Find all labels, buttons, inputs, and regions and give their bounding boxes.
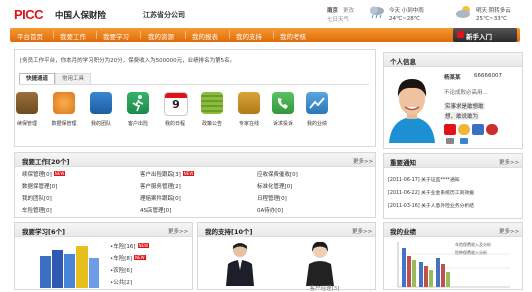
study-more-link[interactable]: 更多>> [168,227,188,235]
weather-today-temp: 24℃~28℃ [389,16,420,22]
quick-label: 我的团队 [90,121,111,127]
nav-reports[interactable]: 我的报表 [192,31,218,41]
user-motto: 想，敢说敢为 [444,112,480,120]
chart-legend: 险种保费收入分析 [455,250,487,255]
work-item[interactable]: 车险管理[0] [22,206,52,214]
help-icon [457,31,464,38]
work-item[interactable]: 我的团队[0] [22,194,52,202]
main-nav [10,28,520,42]
user-status: 不论成败必高用... [444,90,488,96]
team-icon[interactable] [90,92,112,114]
data-insurance-icon[interactable] [53,92,75,114]
notice-item[interactable]: [2011-06-17] 关于证监****通知 [388,176,460,183]
study-item[interactable]: •车险[8] NEW [110,254,146,262]
weather-city: 南京 [327,8,339,14]
performance-title: 我的业绩 [390,228,416,236]
work-item[interactable]: 数据保管理[0] [22,182,57,190]
support-more-link[interactable]: 更多>> [352,227,372,235]
nav-divider [229,31,230,39]
nav-divider [140,31,141,39]
quick-label: 政策公告 [201,121,222,127]
study-title: 我要学习[6个] [22,228,65,236]
mail-icon[interactable] [446,138,454,144]
nav-home[interactable]: 平台首页 [17,31,43,41]
quick-label: 专家在线 [238,121,259,127]
calendar-icon[interactable]: 9 [164,92,188,116]
personal-info-title: 个人信息 [390,58,416,66]
nav-resources[interactable]: 我的资源 [148,31,174,41]
calendar-day: 9 [172,98,180,111]
chart-legend: 车险保费收入及分析 [455,242,491,247]
claims-icon[interactable] [127,92,149,114]
quick-label: 我的业绩 [306,121,327,127]
branch-name: 江苏省分公司 [143,11,185,19]
support-title: 我的支持[10个] [205,228,253,236]
nav-study[interactable]: 我要学习 [103,31,129,41]
quick-label: 我的日程 [164,121,185,127]
nav-divider [53,31,54,39]
expert-online-icon[interactable] [238,92,260,114]
user-id: 66666007 [474,73,502,79]
user-name: 杨某某 [444,75,461,81]
weather-tomorrow-temp: 25℃~33℃ [476,16,507,22]
announcement-text: [务员工作平台，你本月的学习积分为20分，保费收入为500000元，业绩排名为第… [20,58,236,64]
work-item[interactable]: 理赔案件跟踪[0] [140,194,181,202]
female-consultant-photo [300,240,340,286]
nav-divider [185,31,186,39]
weather-tomorrow: 明天 阴转多云 [476,8,511,14]
tab-common-tools[interactable]: 常用工具 [55,73,91,84]
study-item[interactable]: •车险[16] NEW [110,242,150,250]
nav-divider [273,31,274,39]
study-item[interactable]: •农险[6] [110,266,132,274]
avatar [385,69,439,143]
work-item[interactable]: 0A待办[0] [257,206,283,214]
calendar-small-icon[interactable] [472,124,484,135]
performance-icon[interactable] [306,92,328,114]
work-item[interactable]: 应收保费催收[0] [257,170,298,178]
work-item[interactable]: 4S店管理[0] [140,206,171,214]
weather-forecast-link[interactable]: 七日天气 [327,15,349,23]
policy-notice-icon[interactable] [201,92,223,114]
quick-label: 客户出险 [127,121,148,127]
work-item[interactable]: 日程管理[0] [257,194,287,202]
performance-more-link[interactable]: 更多>> [499,227,519,235]
user-motto: 实事求是敢想敢 [444,102,485,110]
quick-label: 数据保管理 [51,121,77,127]
renewal-management-icon[interactable] [16,92,38,114]
help-button-label: 新手入门 [466,33,492,41]
weather-today: 今天 小到中雨 [389,8,424,14]
friends-icon[interactable] [458,124,470,135]
study-item[interactable]: •公共[2] [110,278,132,286]
message-icon[interactable] [444,124,456,135]
male-consultant-photo [220,240,260,286]
cloudy-sun-icon [455,5,473,19]
notice-title: 重要通知 [390,159,416,167]
contact-icon[interactable] [460,138,468,144]
nav-assessment[interactable]: 我的考核 [280,31,306,41]
picc-logo: PICC [14,7,44,22]
complaint-phone-icon[interactable] [272,92,294,114]
work-title: 我要工作[20个] [22,158,70,166]
quick-label: 诉求投诉 [272,121,293,127]
notice-item[interactable]: [2011-06-22] 关于业金系统历工资效据 [388,189,474,196]
work-more-link[interactable]: 更多>> [353,157,373,165]
work-item[interactable]: 客户出险跟踪[3] NEW [140,170,195,178]
quick-label: 续保管理 [16,121,37,127]
tab-quick-access[interactable]: 快捷通道 [19,73,55,84]
notice-item[interactable]: [2011-03-16] 关于人意外险业务分析结 [388,202,474,209]
company-name: 中国人保财险 [55,11,107,21]
rain-cloud-icon [368,5,386,19]
books-icon [34,246,104,288]
work-item[interactable]: 客户服务管理[2] [140,182,181,190]
nav-work[interactable]: 我要工作 [60,31,86,41]
performance-chart [392,240,512,288]
work-item[interactable]: 续保管理[0] NEW [22,170,66,178]
nav-divider [96,31,97,39]
weather-change-link[interactable]: 更改 [343,6,354,14]
nav-support[interactable]: 我的支持 [236,31,262,41]
settings-icon[interactable] [486,124,498,135]
tab-divider [19,84,369,85]
work-item[interactable]: 标准化管理[0] [257,182,292,190]
notice-more-link[interactable]: 更多>> [499,158,519,166]
